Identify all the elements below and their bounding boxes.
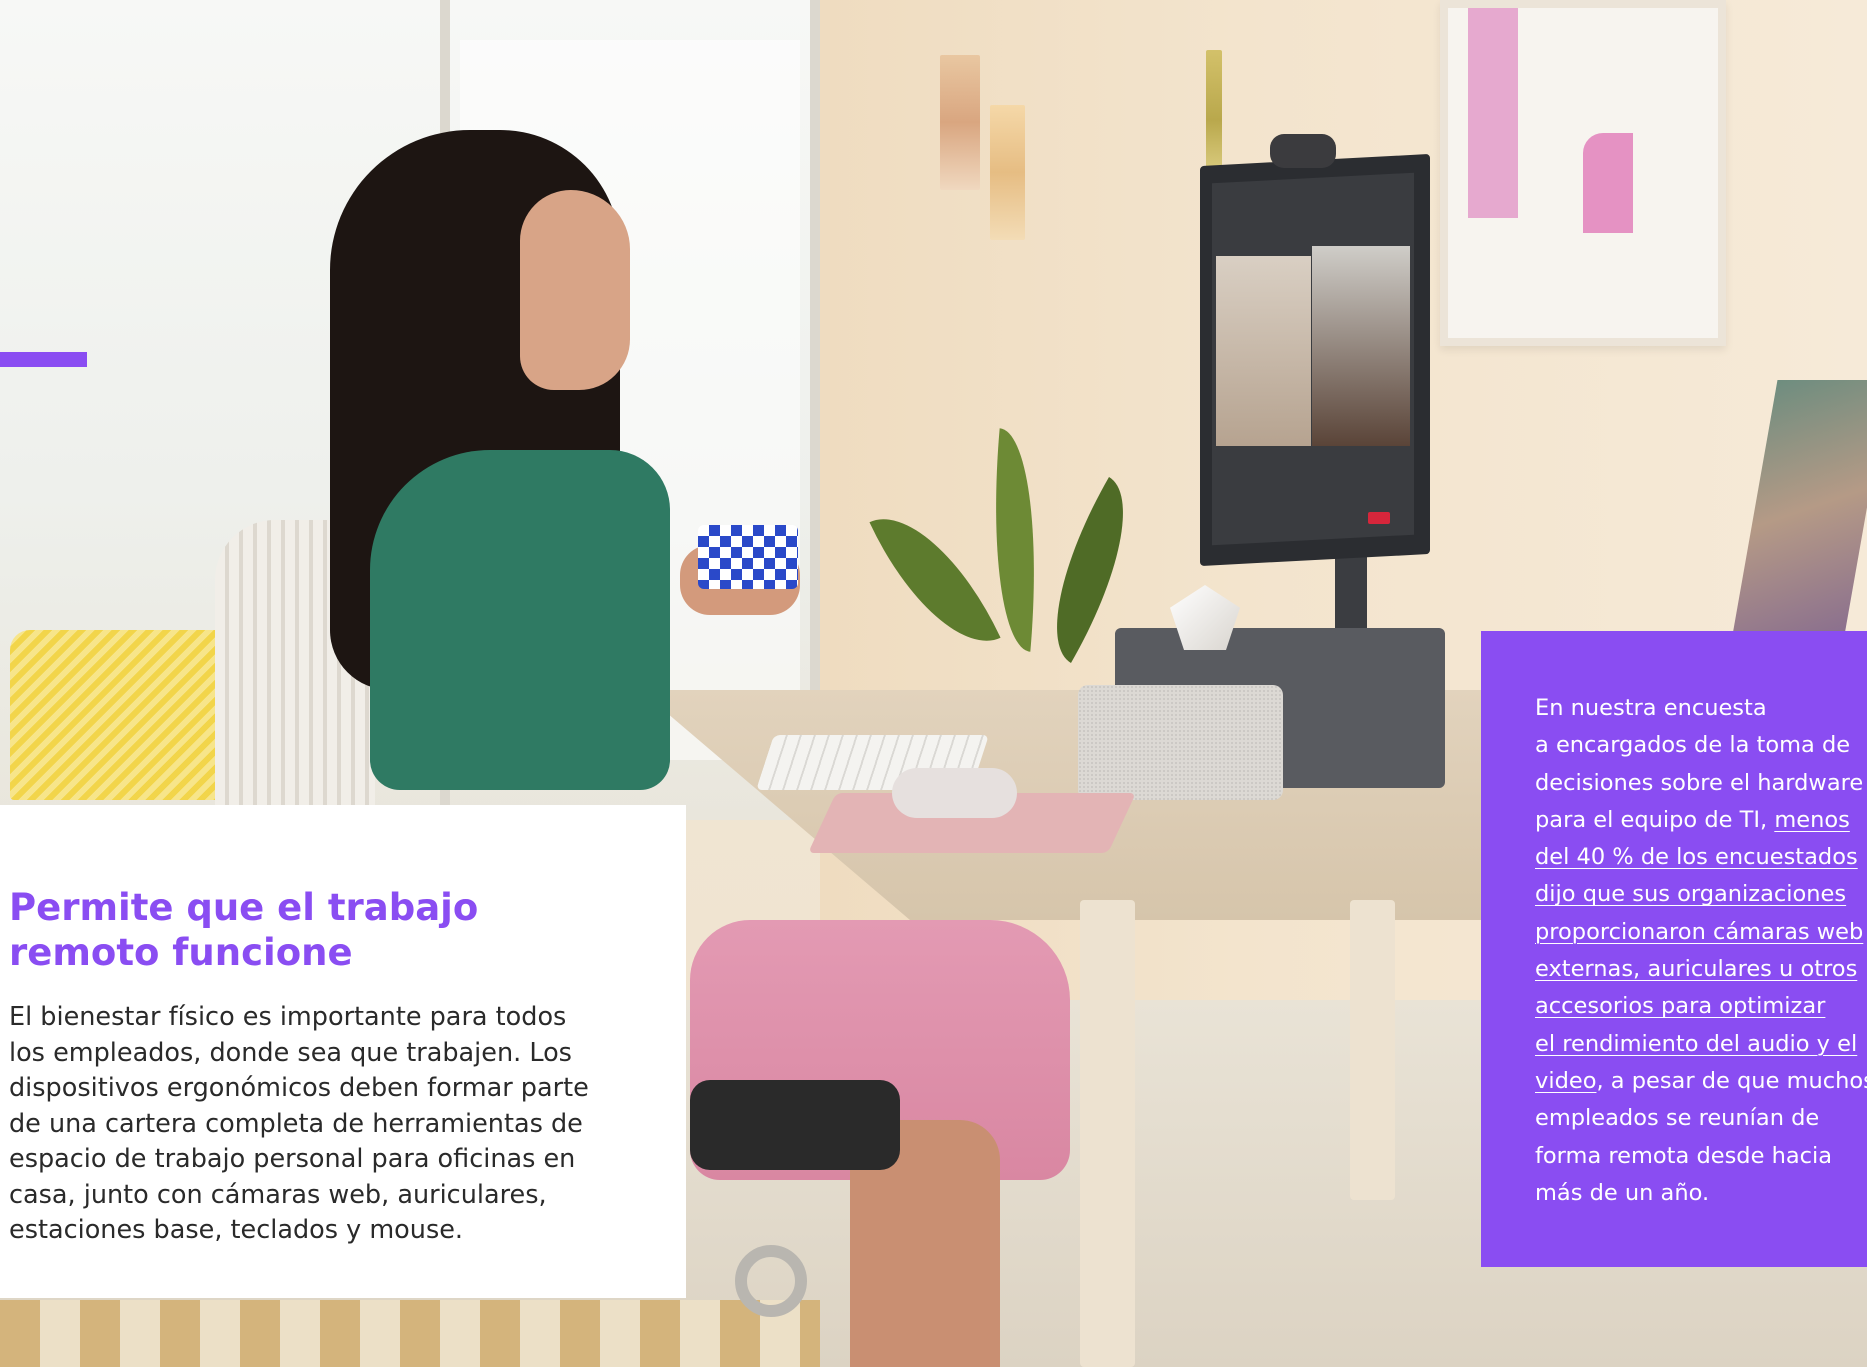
callout-line: forma remota desde hacia [1535, 1142, 1833, 1169]
framed-art [1440, 0, 1726, 346]
video-call-participant [1216, 256, 1311, 446]
desk-leg [1080, 900, 1135, 1367]
speaker-dock [1078, 685, 1283, 800]
chair-seat [690, 1080, 900, 1170]
woman-face [520, 190, 630, 390]
callout-line-text: , a pesar de que muchos [1596, 1067, 1867, 1094]
callout-line: En nuestra encuesta [1535, 695, 1767, 721]
callout-line: video, a pesar de que muchos [1535, 1063, 1867, 1100]
woman-green-top [370, 450, 670, 790]
body-line: espacio de trabajo personal para oficina… [9, 1144, 576, 1174]
survey-link[interactable]: externas, auriculares u otros [1535, 951, 1867, 988]
callout-line: decisiones sobre el hardware [1535, 769, 1864, 796]
video-call-participant [1312, 246, 1410, 446]
body-line: los empleados, donde sea que trabajen. L… [9, 1037, 572, 1068]
body-line: estaciones base, teclados y mouse. [9, 1215, 464, 1245]
webcam [1270, 134, 1336, 168]
body-line: dispositivos ergonómicos deben formar pa… [9, 1073, 589, 1103]
section-heading: Permite que el trabajo remoto funcione [9, 885, 649, 975]
body-line: de una cartera completa de herramientas … [9, 1108, 583, 1139]
rug [0, 1300, 820, 1367]
heading-line: remoto funcione [9, 931, 353, 974]
heading-line: Permite que el trabajo [9, 886, 479, 929]
callout-line: a encargados de la toma de [1535, 732, 1851, 759]
callout-line: empleados se reunían de [1535, 1105, 1820, 1132]
accent-bar [0, 352, 87, 367]
paint-swatch [940, 55, 980, 190]
body-paragraph: El bienestar físico es importante para t… [9, 1000, 649, 1249]
survey-link[interactable]: proporcionaron cámaras web [1535, 914, 1867, 951]
mouse [892, 768, 1017, 818]
callout-line: más de un año. [1535, 1179, 1710, 1206]
callout-line: para el equipo de TI, menos [1535, 802, 1867, 839]
paint-swatch [990, 105, 1025, 240]
survey-link[interactable]: menos [1774, 807, 1850, 833]
checkered-mug [698, 525, 798, 589]
callout-line-text: para el equipo de TI, [1535, 806, 1775, 833]
body-line: casa, junto con cámaras web, auriculares… [9, 1179, 547, 1210]
intro-card: Permite que el trabajo remoto funcione E… [0, 805, 686, 1298]
callout-text: En nuestra encuesta a encargados de la t… [1535, 690, 1867, 1212]
survey-link[interactable]: el rendimiento del audio y el [1535, 1026, 1867, 1063]
survey-link[interactable]: dijo que sus organizaciones [1535, 876, 1867, 913]
survey-link[interactable]: accesorios para optimizar [1535, 988, 1867, 1025]
survey-callout: En nuestra encuesta a encargados de la t… [1481, 631, 1867, 1267]
end-call-button [1368, 512, 1390, 524]
desk-leg [1350, 900, 1395, 1200]
chair-wheel [735, 1245, 807, 1317]
survey-link[interactable]: video [1535, 1068, 1596, 1094]
body-line: El bienestar físico es importante para t… [9, 1002, 567, 1032]
survey-link[interactable]: del 40 % de los encuestados [1535, 839, 1867, 876]
